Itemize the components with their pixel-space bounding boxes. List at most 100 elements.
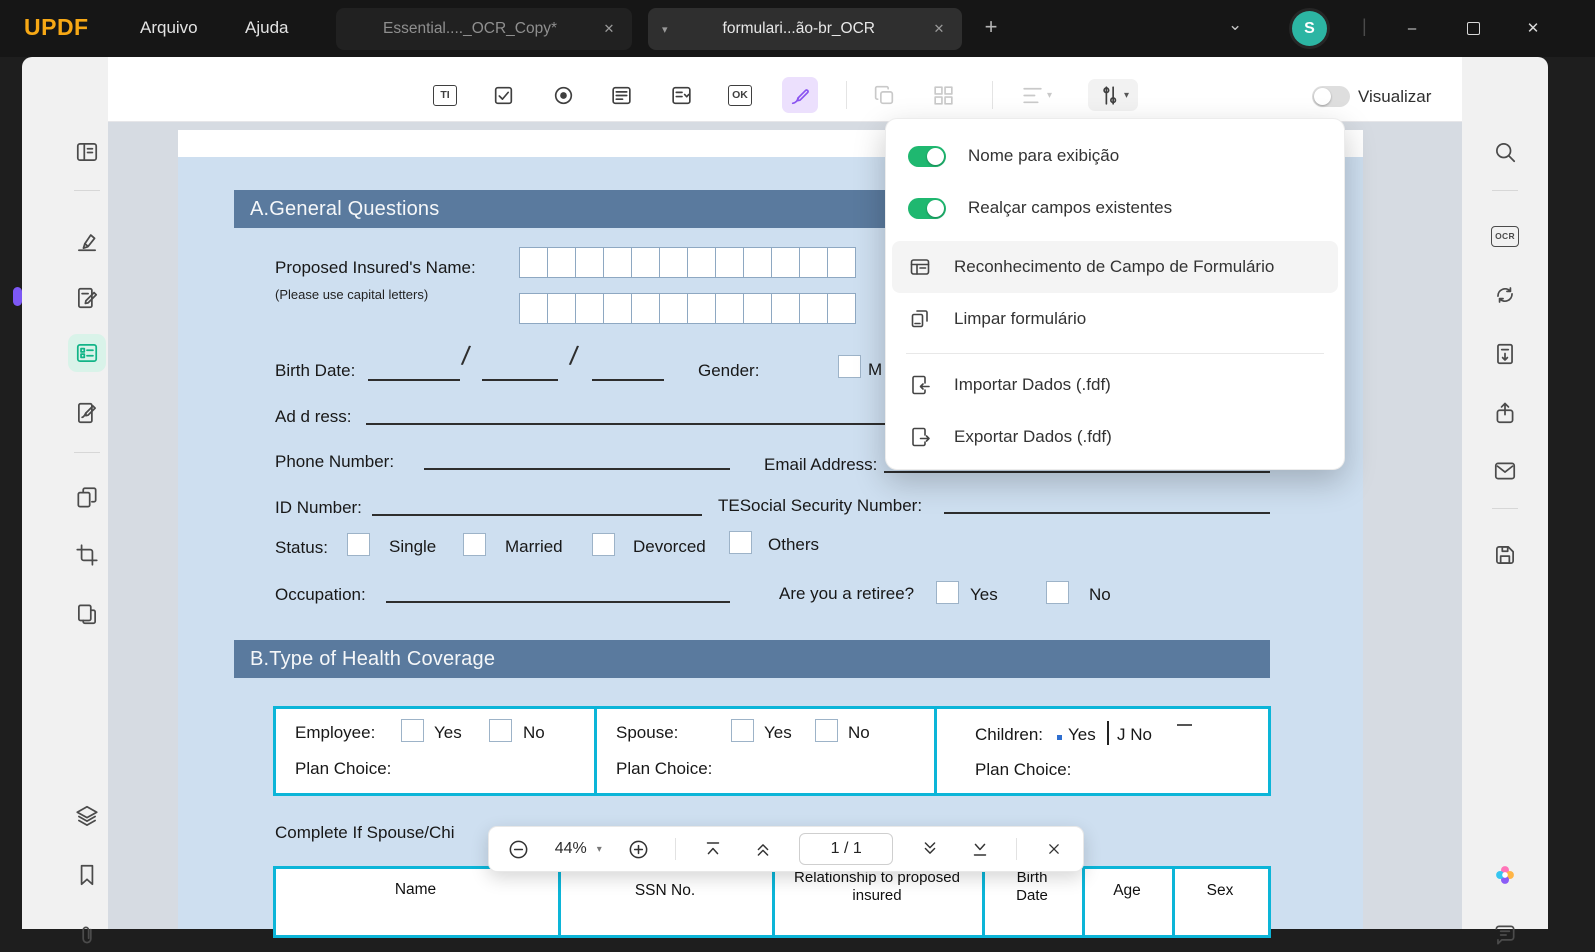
- tool-radio-button[interactable]: [547, 79, 579, 111]
- menu-toggle-display-name[interactable]: Nome para exibição: [908, 139, 1328, 173]
- sidebar-item-share[interactable]: [1488, 396, 1522, 430]
- sidebar-item-extract-pages[interactable]: [70, 597, 104, 631]
- page-indicator[interactable]: 1 / 1: [799, 833, 894, 865]
- birth-date-line-1[interactable]: [368, 379, 460, 381]
- tab-close-icon[interactable]: ✕: [930, 21, 948, 37]
- comment-icon: [1495, 925, 1515, 945]
- id-number-line[interactable]: [372, 514, 702, 516]
- tool-align-fields[interactable]: ▾: [1012, 79, 1060, 111]
- employee-yes-checkbox[interactable]: [401, 719, 424, 742]
- sidebar-item-ai-assistant[interactable]: [1488, 858, 1522, 892]
- preview-toggle-track[interactable]: [1312, 86, 1350, 107]
- retiree-no-checkbox[interactable]: [1046, 581, 1069, 604]
- push-button-icon: OK: [728, 84, 752, 106]
- employee-no-checkbox[interactable]: [489, 719, 512, 742]
- menu-item-clear-form[interactable]: Limpar formulário: [892, 293, 1338, 345]
- tab-caret-icon[interactable]: ▾: [662, 23, 668, 36]
- employee-plan-choice-label: Plan Choice:: [295, 759, 392, 778]
- menu-ajuda[interactable]: Ajuda: [245, 18, 288, 38]
- close-zoombar-button[interactable]: [1041, 836, 1067, 862]
- menu-item-import-data[interactable]: Importar Dados (.fdf): [892, 359, 1338, 411]
- email-line[interactable]: [884, 471, 1270, 473]
- sidebar-item-highlight[interactable]: [70, 224, 104, 258]
- sidebar-item-sign[interactable]: [70, 396, 104, 430]
- id-number-label: ID Number:: [275, 498, 362, 517]
- crop-icon: [76, 544, 98, 566]
- menu-toggle-highlight-fields[interactable]: Realçar campos existentes: [908, 191, 1328, 225]
- tool-form-options[interactable]: ▾: [1088, 79, 1138, 111]
- tab-essential-ocr-copy[interactable]: Essential...._OCR_Copy* ✕: [336, 8, 632, 50]
- preview-toggle[interactable]: [1312, 86, 1350, 107]
- tool-text-field[interactable]: TI: [429, 79, 461, 111]
- phone-line[interactable]: [424, 468, 730, 470]
- close-button[interactable]: ✕: [1521, 16, 1545, 40]
- tool-copy-fields[interactable]: [868, 79, 900, 111]
- status-others-checkbox[interactable]: [729, 531, 752, 554]
- sidebar-item-extract-page[interactable]: [1488, 337, 1522, 371]
- tool-arrange-fields[interactable]: [927, 79, 959, 111]
- name-char-boxes-row1[interactable]: [519, 247, 856, 278]
- sidebar-item-convert[interactable]: [1488, 278, 1522, 312]
- new-tab-button[interactable]: +: [978, 14, 1004, 40]
- birth-date-line-3[interactable]: [592, 379, 664, 381]
- status-single-checkbox[interactable]: [347, 533, 370, 556]
- tool-combo-box[interactable]: [665, 79, 697, 111]
- name-char-boxes-row2[interactable]: [519, 293, 856, 324]
- menu-arquivo[interactable]: Arquivo: [140, 18, 198, 38]
- display-name-toggle[interactable]: [908, 145, 946, 167]
- sidebar-item-form-fields[interactable]: [68, 334, 106, 372]
- birth-date-line-2[interactable]: [482, 379, 558, 381]
- sidebar-item-crop[interactable]: [70, 538, 104, 572]
- menu-item-field-recognition[interactable]: Reconhecimento de Campo de Formulário: [892, 241, 1338, 293]
- status-label: Status:: [275, 538, 328, 557]
- chevron-down-icon: ▾: [1046, 89, 1053, 101]
- tool-signature-field[interactable]: [782, 77, 818, 113]
- tool-list-box[interactable]: [605, 79, 637, 111]
- zoom-level-control[interactable]: 44% ▾: [555, 840, 602, 858]
- capital-letters-hint: (Please use capital letters): [275, 287, 429, 302]
- sidebar-item-save[interactable]: [1488, 538, 1522, 572]
- sidebar-item-email[interactable]: [1488, 454, 1522, 488]
- status-devorced-checkbox[interactable]: [592, 533, 615, 556]
- tool-push-button[interactable]: OK: [724, 79, 756, 111]
- employee-no-label: No: [523, 723, 545, 742]
- zoom-out-button[interactable]: [505, 836, 531, 862]
- status-devorced-label: Devorced: [633, 537, 706, 556]
- sidebar-item-annotate[interactable]: [70, 281, 104, 315]
- sidebar-item-ocr[interactable]: OCR: [1488, 219, 1522, 253]
- previous-view-button[interactable]: [750, 836, 776, 862]
- right-sidebar: OCR: [1462, 57, 1548, 945]
- zoom-in-button[interactable]: [625, 836, 651, 862]
- last-page-button[interactable]: [967, 836, 993, 862]
- attachment-icon: [82, 926, 92, 944]
- sidebar-item-thumbnails[interactable]: [70, 135, 104, 169]
- children-label: Children:: [975, 725, 1044, 744]
- avatar[interactable]: S: [1292, 11, 1327, 46]
- first-page-button[interactable]: [700, 836, 726, 862]
- tab-close-icon[interactable]: ✕: [600, 21, 618, 37]
- tab-list-chevron-icon[interactable]: ⌄: [1228, 15, 1242, 35]
- sidebar-item-organize-pages[interactable]: [70, 481, 104, 515]
- ssn-line[interactable]: [944, 512, 1270, 514]
- sidebar-item-bookmarks[interactable]: [70, 858, 104, 892]
- sidebar-item-attachments[interactable]: [70, 918, 104, 952]
- tool-checkbox[interactable]: [487, 79, 519, 111]
- occupation-line[interactable]: [386, 601, 730, 603]
- next-view-button[interactable]: [917, 836, 943, 862]
- highlighter-icon: [78, 234, 96, 252]
- status-married-checkbox[interactable]: [463, 533, 486, 556]
- ocr-icon: OCR: [1491, 225, 1519, 247]
- gender-m-checkbox[interactable]: [838, 355, 861, 378]
- tab-formulario-ocr[interactable]: ▾ formulari...ão-br_OCR ✕: [648, 8, 962, 50]
- menu-item-export-data[interactable]: Exportar Dados (.fdf): [892, 411, 1338, 463]
- close-icon: [1049, 844, 1059, 854]
- sidebar-item-search[interactable]: [1488, 135, 1522, 169]
- minimize-button[interactable]: –: [1400, 16, 1424, 40]
- highlight-fields-toggle[interactable]: [908, 197, 946, 219]
- sidebar-item-layers[interactable]: [70, 799, 104, 833]
- retiree-yes-checkbox[interactable]: [936, 581, 959, 604]
- sidebar-item-comments[interactable]: [1488, 918, 1522, 952]
- spouse-yes-checkbox[interactable]: [731, 719, 754, 742]
- spouse-no-checkbox[interactable]: [815, 719, 838, 742]
- maximize-button[interactable]: [1461, 16, 1485, 40]
